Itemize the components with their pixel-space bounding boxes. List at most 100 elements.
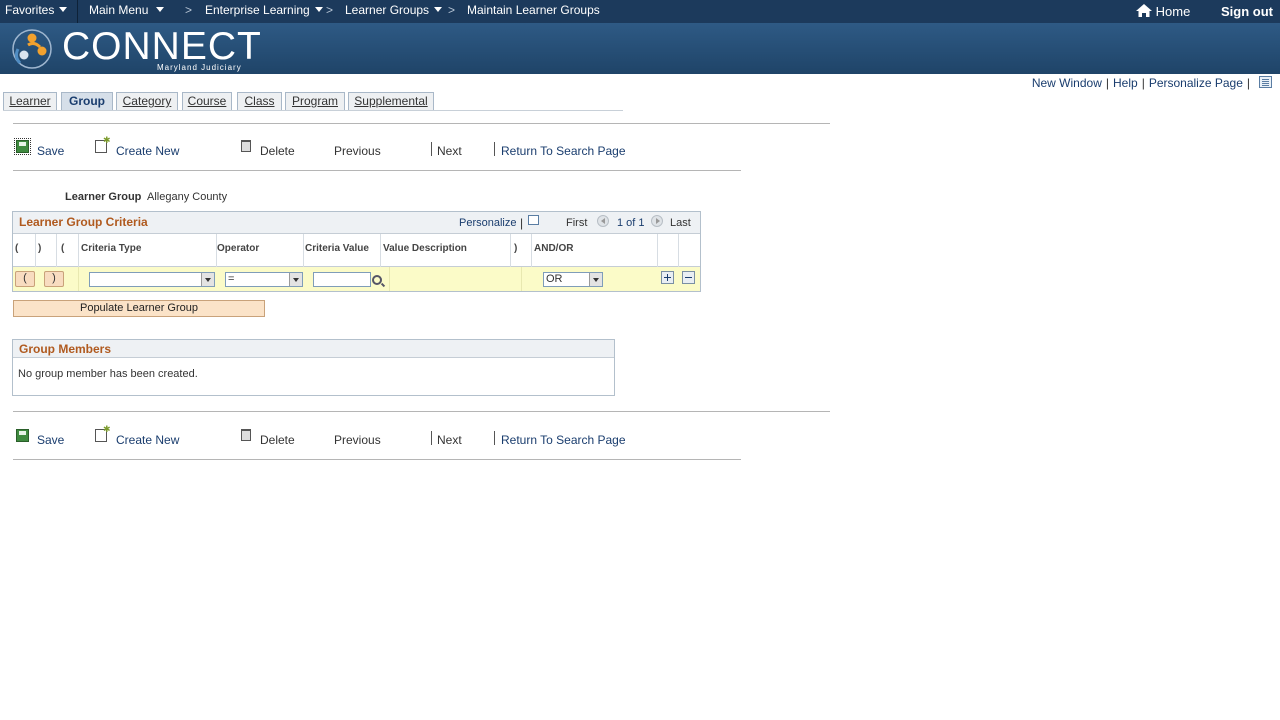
add-row-icon[interactable] (661, 271, 674, 284)
tab-underline (3, 110, 623, 111)
breadcrumb-maintain-learner-groups[interactable]: Maintain Learner Groups (467, 3, 600, 17)
save-button[interactable]: Save (37, 144, 64, 158)
chevron-down-icon (201, 273, 214, 286)
grid-title: Learner Group Criteria (19, 215, 148, 229)
next-label: Next (437, 433, 462, 447)
group-members-title: Group Members (19, 342, 112, 356)
close-paren-button[interactable]: ) (44, 271, 64, 287)
chevron-down-icon (314, 7, 323, 12)
tab-label: Supplemental (354, 94, 428, 108)
and-or-select[interactable]: OR (543, 272, 603, 287)
tab-group[interactable]: Group (61, 92, 113, 111)
breadcrumb-separator-icon: > (326, 3, 334, 17)
column-divider (657, 234, 658, 267)
tab-learner[interactable]: Learner (3, 92, 57, 111)
next-label: Next (437, 144, 462, 158)
save-icon[interactable] (14, 138, 31, 155)
next-row-icon[interactable] (651, 215, 663, 227)
sign-out-link[interactable]: Sign out (1221, 4, 1273, 19)
nav-divider (77, 0, 78, 23)
col-criteria-type: Criteria Type (81, 243, 142, 254)
next-button[interactable]: Next (437, 433, 462, 447)
group-members-header: Group Members (13, 340, 614, 358)
lookup-icon[interactable] (372, 275, 382, 285)
tab-course[interactable]: Course (182, 92, 232, 111)
previous-button[interactable]: Previous (334, 433, 381, 447)
delete-label: Delete (260, 433, 295, 447)
breadcrumb-separator-icon: > (185, 3, 193, 17)
tab-supplemental[interactable]: Supplemental (348, 92, 434, 111)
column-divider (531, 234, 532, 267)
delete-button[interactable]: Delete (260, 144, 295, 158)
logo-subtitle: Maryland Judiciary (157, 63, 242, 72)
save-icon[interactable] (16, 429, 29, 442)
favorites-label: Favorites (5, 3, 55, 17)
toolbar-divider (494, 142, 495, 156)
home-label: Home (1155, 4, 1191, 19)
column-divider (380, 234, 381, 267)
link-divider: | (1105, 76, 1109, 90)
banner: CONNECT Maryland Judiciary (0, 23, 1280, 74)
personalize-link[interactable]: Personalize (459, 217, 516, 229)
popout-icon[interactable] (528, 215, 539, 225)
create-new-icon[interactable] (95, 424, 111, 442)
page-layout-icon[interactable] (1259, 76, 1272, 88)
trash-icon[interactable] (241, 429, 251, 441)
return-to-search-button[interactable]: Return To Search Page (501, 433, 626, 447)
tab-label: Group (69, 94, 105, 108)
breadcrumb-enterprise-learning[interactable]: Enterprise Learning (205, 3, 323, 17)
create-new-icon[interactable] (95, 135, 111, 153)
operator-select[interactable]: = (225, 272, 303, 287)
col-operator: Operator (217, 243, 260, 254)
tab-category[interactable]: Category (116, 92, 178, 111)
chevron-down-icon (289, 273, 302, 286)
grid-header: Learner Group Criteria Personalize | Fir… (13, 212, 700, 234)
operator-value: = (228, 273, 235, 285)
tab-program[interactable]: Program (285, 92, 345, 111)
help-link[interactable]: Help (1113, 76, 1138, 90)
delete-button[interactable]: Delete (260, 433, 295, 447)
and-or-value: OR (546, 273, 563, 285)
criteria-value-input[interactable] (313, 272, 371, 287)
divider (13, 459, 741, 460)
main-menu[interactable]: Main Menu (89, 3, 165, 17)
personalize-page-link[interactable]: Personalize Page (1149, 76, 1243, 90)
column-divider (56, 234, 57, 267)
breadcrumb-learner-groups[interactable]: Learner Groups (345, 3, 443, 17)
delete-row-icon[interactable] (682, 271, 695, 284)
col-value-description: Value Description (383, 243, 467, 254)
tab-label: Learner (9, 94, 51, 108)
new-window-link[interactable]: New Window (1032, 76, 1102, 90)
column-divider (303, 234, 304, 267)
trash-icon[interactable] (241, 140, 251, 152)
previous-row-icon[interactable] (597, 215, 609, 227)
group-members-panel: Group Members No group member has been c… (12, 339, 615, 396)
last-label: Last (670, 217, 691, 229)
cell-divider (78, 267, 79, 291)
connect-logo-icon (12, 29, 52, 69)
return-to-search-button[interactable]: Return To Search Page (501, 144, 626, 158)
previous-label: Previous (334, 144, 381, 158)
open-paren-button[interactable]: ( (15, 271, 35, 287)
save-label: Save (37, 433, 65, 447)
create-new-label: Create New (116, 433, 180, 447)
create-new-button[interactable]: Create New (116, 144, 179, 158)
previous-button[interactable]: Previous (334, 144, 381, 158)
home-link[interactable]: Home (1136, 4, 1190, 19)
favorites-menu[interactable]: Favorites (5, 3, 68, 17)
column-divider (678, 234, 679, 267)
populate-learner-group-button[interactable]: Populate Learner Group (13, 300, 265, 317)
save-label: Save (37, 144, 65, 158)
column-divider (510, 234, 511, 267)
page-links: New Window | Help | Personalize Page | (1032, 76, 1254, 90)
criteria-type-select[interactable] (89, 272, 215, 287)
grid-column-headers: ( ) ( Criteria Type Operator Criteria Va… (13, 234, 700, 267)
tab-class[interactable]: Class (237, 92, 282, 111)
create-new-button[interactable]: Create New (116, 433, 179, 447)
save-button[interactable]: Save (37, 433, 64, 447)
next-button[interactable]: Next (437, 144, 462, 158)
breadcrumb-label: Enterprise Learning (205, 3, 310, 17)
tab-label: Category (122, 94, 172, 108)
row-range: 1 of 1 (617, 217, 645, 229)
chevron-down-icon (156, 7, 165, 12)
